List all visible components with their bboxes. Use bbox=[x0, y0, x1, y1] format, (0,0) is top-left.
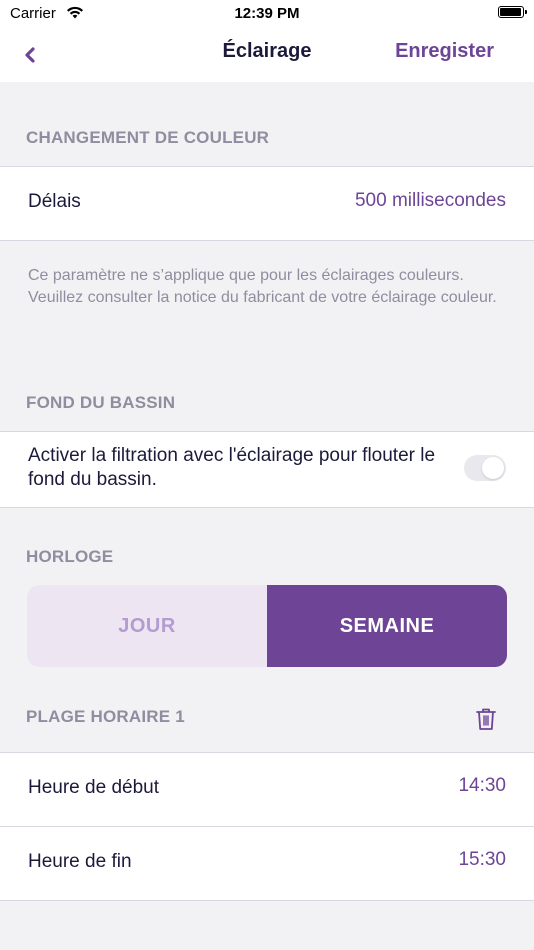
delay-row[interactable]: Délais 500 millisecondes bbox=[0, 166, 534, 241]
start-time-row[interactable]: Heure de début 14:30 bbox=[0, 752, 534, 827]
toggle-knob bbox=[482, 457, 504, 479]
clock-time: 12:39 PM bbox=[234, 5, 300, 22]
delay-value: 500 millisecondes bbox=[354, 190, 506, 211]
section-header-pool-floor: FOND DU BASSIN bbox=[26, 393, 176, 412]
filtration-toggle[interactable] bbox=[464, 455, 506, 481]
navigation-bar: Éclairage Enregister bbox=[0, 28, 534, 82]
section-header-clock: HORLOGE bbox=[26, 547, 114, 566]
end-time-label: Heure de fin bbox=[28, 851, 132, 872]
filtration-toggle-label: Activer la filtration avec l'éclairage p… bbox=[28, 445, 436, 490]
section-header-color-change: CHANGEMENT DE COULEUR bbox=[26, 128, 270, 147]
status-bar: Carrier 12:39 PM bbox=[0, 0, 534, 28]
start-time-label: Heure de début bbox=[28, 777, 159, 798]
clock-mode-segmented-control: JOUR SEMAINE bbox=[27, 585, 507, 667]
segment-day[interactable]: JOUR bbox=[27, 585, 267, 667]
end-time-value: 15:30 bbox=[458, 849, 506, 870]
filtration-toggle-row: Activer la filtration avec l'éclairage p… bbox=[0, 431, 534, 508]
color-change-note: Ce paramètre ne s’applique que pour les … bbox=[28, 267, 497, 306]
start-time-value: 14:30 bbox=[458, 775, 506, 796]
save-button[interactable]: Enregister bbox=[395, 40, 494, 63]
section-header-time-slot: PLAGE HORAIRE 1 bbox=[26, 707, 185, 726]
battery-icon bbox=[498, 6, 527, 18]
trash-icon[interactable] bbox=[474, 706, 498, 732]
end-time-row[interactable]: Heure de fin 15:30 bbox=[0, 826, 534, 901]
delay-label: Délais bbox=[28, 191, 81, 212]
segment-week[interactable]: SEMAINE bbox=[267, 585, 507, 667]
